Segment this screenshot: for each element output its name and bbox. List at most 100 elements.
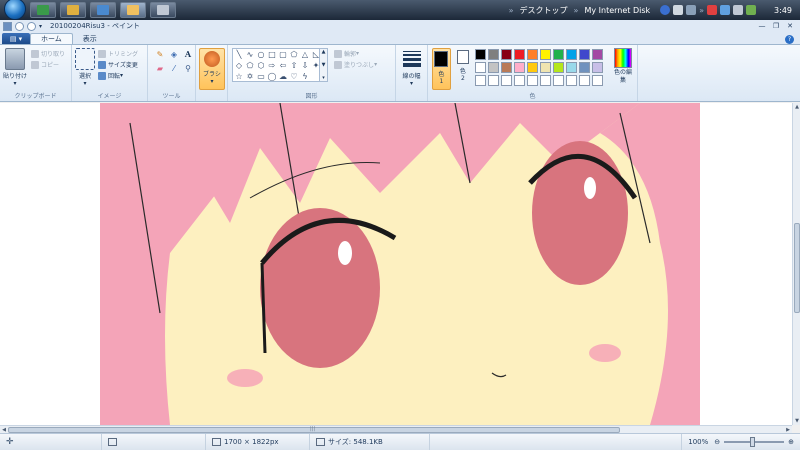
resize-button[interactable]: サイズ変更 <box>98 59 138 70</box>
ime-icon[interactable] <box>673 5 684 15</box>
rotate-button[interactable]: 回転 ▾ <box>98 70 138 81</box>
taskbar-paint[interactable] <box>120 2 146 18</box>
power-icon[interactable] <box>746 5 757 15</box>
palette-swatch[interactable] <box>475 49 486 60</box>
palette-swatch[interactable] <box>514 62 525 73</box>
text-icon[interactable]: A <box>182 48 194 60</box>
triangle-shape-icon[interactable]: △ <box>300 50 310 60</box>
cut-button[interactable]: 切り取り <box>31 48 65 59</box>
heart-shape-icon[interactable]: ♡ <box>289 72 299 82</box>
palette-swatch[interactable] <box>579 49 590 60</box>
color-picker-icon[interactable]: ⁄ <box>168 62 180 74</box>
undo-icon[interactable] <box>15 21 24 31</box>
brush-button[interactable]: ブラシ ▾ <box>199 48 225 90</box>
palette-swatch[interactable] <box>501 49 512 60</box>
zoom-slider[interactable] <box>724 437 785 447</box>
expand-icon[interactable]: ▾ <box>322 75 325 81</box>
down-arrow-shape-icon[interactable]: ⇩ <box>300 61 310 71</box>
palette-swatch[interactable] <box>527 49 538 60</box>
scroll-down-icon[interactable]: ▼ <box>322 62 326 68</box>
volume-icon[interactable] <box>733 5 744 15</box>
tab-view[interactable]: 表示 <box>73 33 107 44</box>
rectangle-shape-icon[interactable]: □ <box>267 50 277 60</box>
taskbar-app-1[interactable] <box>30 2 56 18</box>
palette-swatch[interactable] <box>566 75 577 86</box>
palette-swatch[interactable] <box>488 75 499 86</box>
palette-swatch[interactable] <box>501 75 512 86</box>
palette-swatch[interactable] <box>527 62 538 73</box>
oval-shape-icon[interactable]: ○ <box>256 50 266 60</box>
minimize-button[interactable]: — <box>756 22 768 31</box>
line-shape-icon[interactable]: ╲ <box>234 50 244 60</box>
palette-swatch[interactable] <box>514 49 525 60</box>
callout-rect-shape-icon[interactable]: ▭ <box>256 72 266 82</box>
scroll-up-icon[interactable]: ▲ <box>322 49 326 55</box>
internet-disk-label[interactable]: My Internet Disk <box>578 6 656 15</box>
palette-swatch[interactable] <box>540 62 551 73</box>
palette-swatch[interactable] <box>475 62 486 73</box>
taskbar-app-3[interactable] <box>90 2 116 18</box>
callout-oval-shape-icon[interactable]: ◯ <box>267 72 277 82</box>
zoom-slider-knob[interactable] <box>750 437 756 447</box>
magnifier-icon[interactable]: ⚲ <box>182 62 194 74</box>
taskbar-app-5[interactable] <box>150 2 176 18</box>
palette-swatch[interactable] <box>553 49 564 60</box>
drawing-canvas[interactable] <box>0 103 792 425</box>
palette-swatch[interactable] <box>475 75 486 86</box>
outline-button[interactable]: 輪郭 ▾ <box>334 48 377 59</box>
pencil-icon[interactable]: ✎ <box>154 48 166 60</box>
clock[interactable]: 3:49 <box>760 6 800 15</box>
palette-swatch[interactable] <box>501 62 512 73</box>
zoom-out-button[interactable]: ⊖ <box>714 438 720 446</box>
tool-icon[interactable] <box>686 5 697 15</box>
palette-swatch[interactable] <box>514 75 525 86</box>
palette-swatch[interactable] <box>553 75 564 86</box>
callout-cloud-shape-icon[interactable]: ☁ <box>278 72 288 82</box>
shapes-scroll[interactable]: ▲ ▼ ▾ <box>320 48 328 82</box>
palette-swatch[interactable] <box>592 75 603 86</box>
up-arrow-shape-icon[interactable]: ⇧ <box>289 61 299 71</box>
line-width-button[interactable]: 線の幅 ▾ <box>399 48 424 87</box>
horizontal-scrollbar[interactable]: ◀ ||| ▶ <box>0 425 792 433</box>
right-arrow-shape-icon[interactable]: ⇨ <box>267 61 277 71</box>
palette-swatch[interactable] <box>566 49 577 60</box>
app-tray-icon[interactable] <box>720 5 731 15</box>
palette-swatch[interactable] <box>540 75 551 86</box>
palette-swatch[interactable] <box>566 62 577 73</box>
rounded-rect-shape-icon[interactable]: ▢ <box>278 50 288 60</box>
copy-button[interactable]: コピー <box>31 59 65 70</box>
diamond-shape-icon[interactable]: ◇ <box>234 61 244 71</box>
tab-home[interactable]: ホーム <box>30 33 73 44</box>
color2-button[interactable]: 色 2 <box>454 48 472 90</box>
eraser-icon[interactable]: ▰ <box>154 62 166 74</box>
palette-swatch[interactable] <box>527 75 538 86</box>
fill-icon[interactable]: ◈ <box>168 48 180 60</box>
select-button[interactable]: 選択 ▾ <box>75 48 95 91</box>
paint-menu-button[interactable]: ▤ ▾ <box>2 33 30 44</box>
maximize-button[interactable]: ❐ <box>770 22 782 31</box>
five-star-shape-icon[interactable]: ☆ <box>234 72 244 82</box>
scroll-up-arrow-icon[interactable]: ▲ <box>793 103 800 111</box>
lightning-shape-icon[interactable]: ϟ <box>300 72 310 82</box>
redo-icon[interactable] <box>27 21 36 31</box>
palette-swatch[interactable] <box>540 49 551 60</box>
left-arrow-shape-icon[interactable]: ⇦ <box>278 61 288 71</box>
palette-swatch[interactable] <box>553 62 564 73</box>
network-icon[interactable] <box>660 5 671 15</box>
flag-icon[interactable] <box>707 5 718 15</box>
six-star-shape-icon[interactable]: ✡ <box>245 72 255 82</box>
vertical-scrollbar[interactable]: ▲ ▼ <box>792 103 800 425</box>
scroll-down-arrow-icon[interactable]: ▼ <box>793 417 800 425</box>
hexagon-shape-icon[interactable]: ⬡ <box>256 61 266 71</box>
desktop-toolbar-label[interactable]: デスクトップ <box>514 5 574 16</box>
palette-swatch[interactable] <box>579 62 590 73</box>
paste-button[interactable]: 貼り付け ▾ <box>3 48 27 91</box>
polygon-shape-icon[interactable]: ⬠ <box>289 50 299 60</box>
color1-button[interactable]: 色 1 <box>432 48 451 90</box>
taskbar-app-2[interactable] <box>60 2 86 18</box>
zoom-in-button[interactable]: ⊕ <box>788 438 794 446</box>
edit-colors-button[interactable]: 色の編集 <box>612 48 634 91</box>
start-button[interactable] <box>4 0 26 20</box>
help-icon[interactable]: ? <box>785 35 794 44</box>
fill-button[interactable]: 塗りつぶし ▾ <box>334 59 377 70</box>
